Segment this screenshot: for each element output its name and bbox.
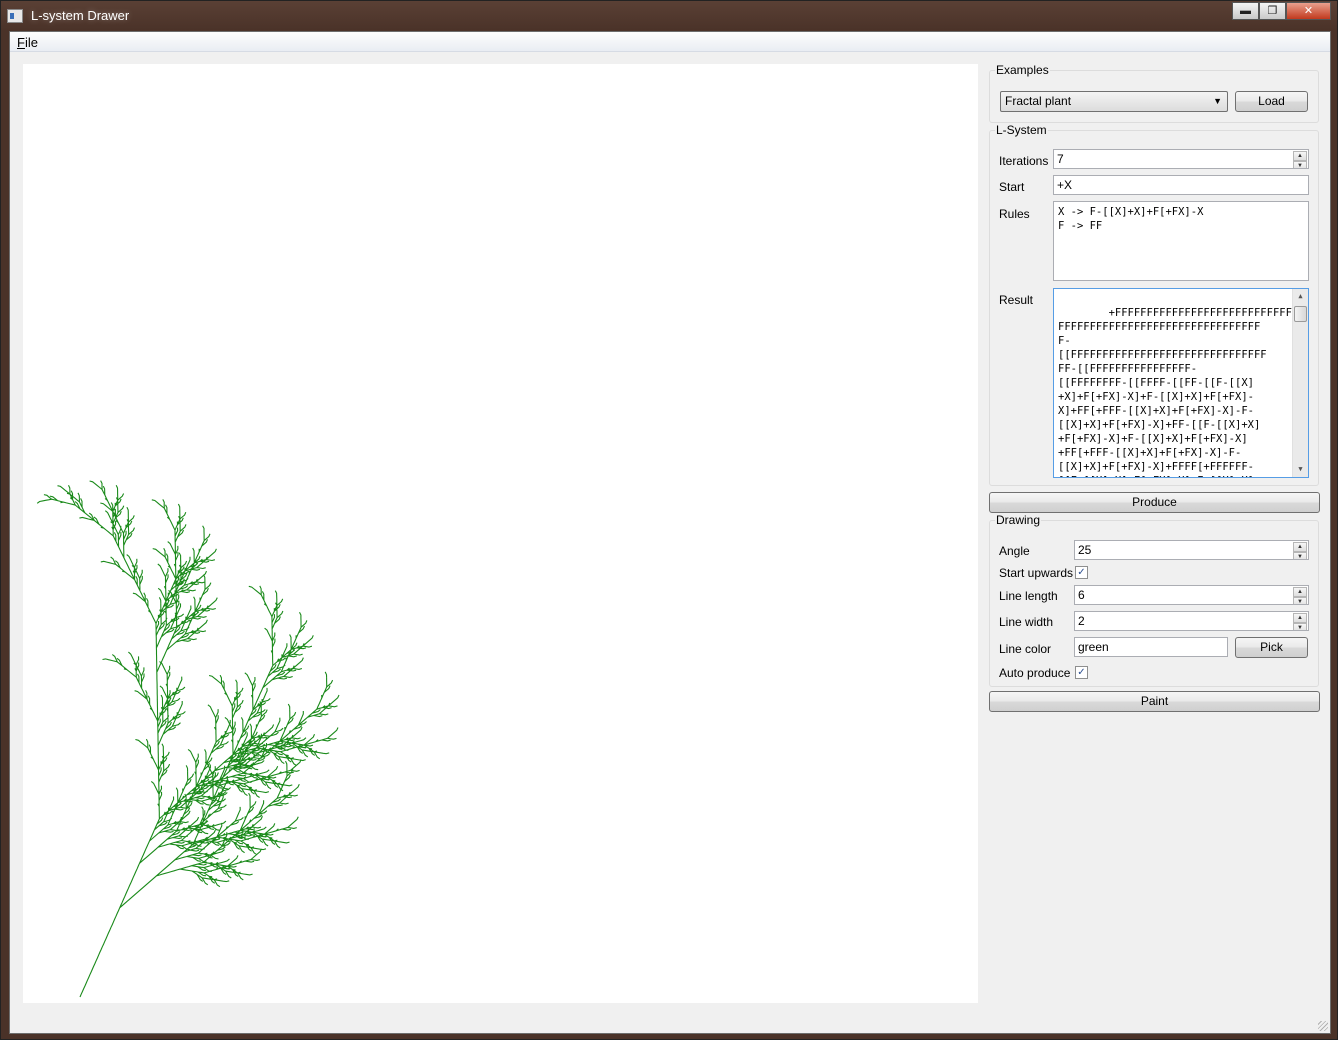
title-bar[interactable]: L-system Drawer ▬ ❐ ✕ [1,1,1337,31]
close-button[interactable]: ✕ [1286,2,1331,20]
lsystem-group-title: L-System [995,123,1048,137]
start-upwards-checkbox[interactable]: ✓ [1075,566,1088,579]
maximize-button[interactable]: ❐ [1259,2,1286,20]
fractal-plant-drawing [36,480,340,998]
angle-value: 25 [1078,543,1092,557]
line-width-stepper[interactable]: ▲ ▼ [1293,613,1307,630]
start-value: +X [1057,178,1073,192]
plant-branches [36,480,340,998]
line-width-label: Line width [999,615,1054,629]
scroll-down-icon[interactable]: ▼ [1293,462,1308,477]
angle-label: Angle [999,544,1030,558]
menu-bar: File [10,32,1330,52]
chevron-down-icon: ▼ [1213,96,1222,106]
scroll-thumb[interactable] [1294,306,1307,322]
line-color-label: Line color [999,642,1052,656]
result-textarea[interactable]: +FFFFFFFFFFFFFFFFFFFFFFFFFFFFFFFF FFFFFF… [1053,288,1309,478]
menu-file-label: ile [24,35,38,50]
window-title: L-system Drawer [31,8,130,23]
app-window: L-system Drawer ▬ ❐ ✕ File Examples Frac… [0,0,1338,1040]
spin-down-icon[interactable]: ▼ [1293,623,1307,630]
start-label: Start [999,180,1025,194]
scroll-up-icon[interactable]: ▲ [1293,289,1308,304]
lsystem-group: L-System Iterations 7 ▲ ▼ Start +X Rules… [989,123,1319,486]
examples-group: Examples Fractal plant ▼ Load [989,63,1319,123]
spin-down-icon[interactable]: ▼ [1293,597,1307,604]
rules-textarea[interactable]: X -> F-[[X]+X]+F[+FX]-X F -> FF [1053,201,1309,281]
line-length-stepper[interactable]: ▲ ▼ [1293,587,1307,604]
drawing-group: Drawing Angle 25 ▲ ▼ Start upwards ✓ Lin… [989,513,1319,687]
pick-color-button[interactable]: Pick [1235,637,1308,658]
spin-down-icon[interactable]: ▼ [1293,552,1307,559]
iterations-value: 7 [1057,152,1064,166]
minimize-button[interactable]: ▬ [1232,2,1259,20]
result-text: +FFFFFFFFFFFFFFFFFFFFFFFFFFFFFFFF FFFFFF… [1058,307,1309,477]
client-area: File Examples Fractal plant ▼ Load L-Sys… [9,31,1331,1034]
spin-up-icon[interactable]: ▲ [1293,613,1307,623]
drawing-canvas[interactable] [23,64,978,1003]
examples-selected: Fractal plant [1005,94,1072,108]
line-length-label: Line length [999,589,1058,603]
spin-up-icon[interactable]: ▲ [1293,542,1307,552]
line-width-value: 2 [1078,614,1085,628]
examples-group-title: Examples [995,63,1050,77]
load-button[interactable]: Load [1235,91,1308,112]
iterations-stepper[interactable]: ▲ ▼ [1293,151,1307,168]
iterations-spinbox[interactable]: 7 ▲ ▼ [1053,149,1309,169]
iterations-label: Iterations [999,154,1049,168]
line-length-spinbox[interactable]: 6 ▲ ▼ [1074,585,1309,605]
spin-down-icon[interactable]: ▼ [1293,161,1307,168]
result-label: Result [999,293,1034,307]
paint-button[interactable]: Paint [989,691,1320,712]
angle-stepper[interactable]: ▲ ▼ [1293,542,1307,559]
resize-grip-icon[interactable] [1318,1021,1328,1031]
spin-up-icon[interactable]: ▲ [1293,587,1307,597]
line-length-value: 6 [1078,588,1085,602]
produce-button[interactable]: Produce [989,492,1320,513]
examples-combo[interactable]: Fractal plant ▼ [1000,91,1228,112]
line-color-input[interactable]: green [1074,637,1228,657]
angle-spinbox[interactable]: 25 ▲ ▼ [1074,540,1309,560]
start-input[interactable]: +X [1053,175,1309,195]
app-icon [7,9,23,23]
drawing-group-title: Drawing [995,513,1042,527]
menu-file-mnemonic: F [17,35,25,50]
line-color-value: green [1078,640,1109,654]
result-scrollbar[interactable]: ▲ ▼ [1292,289,1308,477]
line-width-spinbox[interactable]: 2 ▲ ▼ [1074,611,1309,631]
menu-file[interactable]: File [17,35,38,50]
auto-produce-checkbox[interactable]: ✓ [1075,666,1088,679]
start-upwards-label: Start upwards [999,566,1074,580]
spin-up-icon[interactable]: ▲ [1293,151,1307,161]
window-controls: ▬ ❐ ✕ [1232,2,1331,20]
auto-produce-label: Auto produce [999,666,1071,680]
rules-label: Rules [999,207,1030,221]
